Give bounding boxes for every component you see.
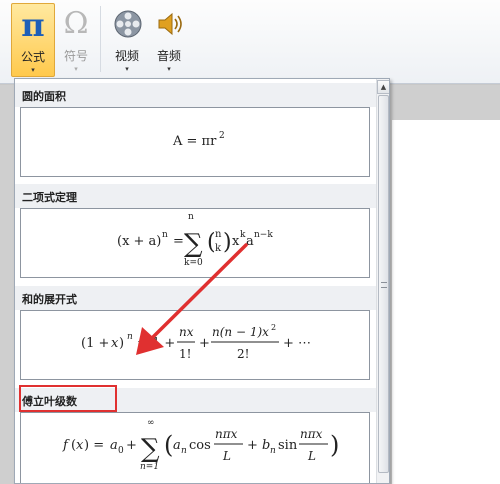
annotation-arrow-icon: [136, 243, 248, 355]
